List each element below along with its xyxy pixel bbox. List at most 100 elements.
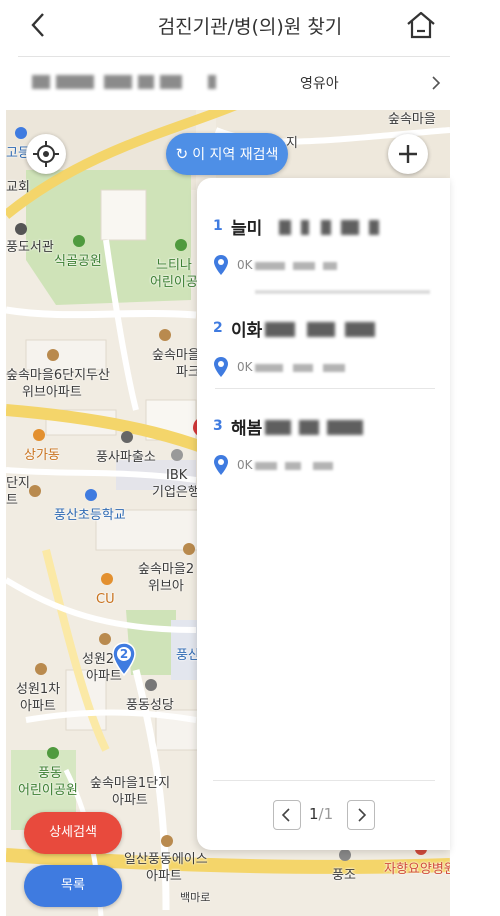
current-location-button[interactable] xyxy=(26,134,66,174)
park-icon xyxy=(47,747,59,759)
poi-icon xyxy=(15,223,27,235)
chevron-left-icon xyxy=(281,808,290,822)
result-address: 0K xyxy=(237,258,253,272)
pagination: 1/1 xyxy=(197,800,450,832)
research-area-button[interactable]: ↻ 이 지역 재검색 xyxy=(166,133,288,175)
prev-page-button[interactable] xyxy=(273,800,301,830)
result-address: 0K xyxy=(237,360,253,374)
map-label: 성원2 xyxy=(82,652,115,667)
redacted-text xyxy=(323,262,337,270)
crosshair-icon xyxy=(33,141,59,167)
location-pin-icon xyxy=(214,455,228,475)
redacted-text xyxy=(160,75,182,89)
redacted-text xyxy=(293,262,315,270)
redacted-text xyxy=(285,462,301,470)
filter-tag: 영유아 xyxy=(300,76,339,92)
redacted-text xyxy=(255,364,283,372)
map-label: 기업은행 xyxy=(152,485,200,500)
chevron-right-icon[interactable] xyxy=(428,73,444,93)
detail-search-button[interactable]: 상세검색 xyxy=(24,812,122,854)
redacted-text xyxy=(56,75,94,89)
redacted-text xyxy=(299,420,319,435)
result-item[interactable]: 3 해봄 0K xyxy=(197,384,450,480)
map-label: 식골공원 xyxy=(54,254,102,269)
redacted-text xyxy=(104,75,132,89)
redacted-text xyxy=(293,364,313,372)
redacted-text xyxy=(138,75,154,89)
map-label: 어린이공 xyxy=(150,275,198,290)
map-label: IBK xyxy=(166,468,188,483)
map-label: 느티나 xyxy=(156,258,192,273)
map-label: 단지 xyxy=(6,476,30,491)
park-icon xyxy=(73,235,85,247)
school-icon xyxy=(85,489,97,501)
filter-bar[interactable]: 영유아 xyxy=(0,57,500,109)
result-item[interactable]: 2 이화 0K xyxy=(197,286,450,382)
map-label: 풍동성당 xyxy=(126,698,174,713)
map-label: 풍도서관 xyxy=(6,240,54,255)
map-label: 아파트 xyxy=(112,793,148,808)
map-label: 숲속마을 xyxy=(152,348,200,363)
map-label: 일산풍동에이스 xyxy=(124,852,208,867)
divider xyxy=(213,780,435,781)
apartment-icon xyxy=(35,663,47,675)
result-item[interactable]: 1 늘미 0K xyxy=(197,184,450,280)
apartment-icon xyxy=(29,485,41,497)
map-pin-number: 2 xyxy=(119,647,129,661)
list-button[interactable]: 목록 xyxy=(24,865,122,907)
redacted-text xyxy=(341,220,359,235)
app-header: 검진기관/병(의)원 찾기 xyxy=(0,0,500,57)
apartment-icon xyxy=(183,543,195,555)
research-area-label: 이 지역 재검색 xyxy=(192,147,279,163)
redacted-text xyxy=(327,420,363,435)
plus-icon xyxy=(399,145,417,163)
total-pages: 1 xyxy=(323,805,334,823)
map-label: 숲속마을6단지두산 xyxy=(6,368,110,383)
map-label: 풍사파출소 xyxy=(96,450,156,465)
page-indicator: 1/1 xyxy=(309,805,333,823)
map-label: 위브아 xyxy=(148,579,184,594)
apartment-icon xyxy=(159,329,171,341)
map-label: 상가동 xyxy=(24,448,60,463)
poi-icon xyxy=(339,849,351,861)
refresh-icon: ↻ xyxy=(175,145,189,163)
redacted-text xyxy=(369,220,379,235)
result-number: 1 xyxy=(213,218,223,234)
redacted-text xyxy=(265,420,291,435)
next-page-button[interactable] xyxy=(347,800,375,830)
redacted-text xyxy=(313,462,333,470)
redacted-text xyxy=(255,462,277,470)
redacted-text xyxy=(345,322,375,337)
redacted-text xyxy=(323,364,345,372)
result-number: 3 xyxy=(213,418,223,434)
police-icon xyxy=(121,431,133,443)
redacted-text xyxy=(301,220,309,235)
result-number: 2 xyxy=(213,320,223,336)
redacted-text xyxy=(208,75,216,89)
results-panel: 1 늘미 0K 2 이화 0K 3 해봄 0K 1/1 xyxy=(197,178,450,850)
redacted-text xyxy=(307,322,335,337)
home-icon[interactable] xyxy=(404,8,438,42)
result-name: 해봄 xyxy=(231,419,263,439)
map-label: 풍산초등학교 xyxy=(54,508,126,523)
location-pin-icon xyxy=(214,357,228,377)
redacted-text xyxy=(321,220,331,235)
map-label: 어린이공원 xyxy=(18,783,78,798)
map-label: 위브아파트 xyxy=(22,385,82,400)
current-page: 1 xyxy=(309,805,319,823)
map-label: 트 xyxy=(6,493,18,508)
zoom-in-button[interactable] xyxy=(388,134,428,174)
map-label: 성원1차 xyxy=(16,682,61,697)
redacted-text xyxy=(32,75,50,89)
map-label: 풍조 xyxy=(332,868,356,883)
redacted-text xyxy=(279,220,291,235)
apartment-icon xyxy=(99,633,111,645)
chevron-right-icon xyxy=(358,808,367,822)
map-label: 지 xyxy=(286,136,298,151)
result-name: 늘미 xyxy=(231,219,263,239)
bank-icon xyxy=(171,449,183,461)
map-label: 자향요양병원 xyxy=(384,862,450,877)
map-label: 교회 xyxy=(6,180,30,195)
redacted-text xyxy=(255,262,285,270)
apartment-icon xyxy=(47,349,59,361)
